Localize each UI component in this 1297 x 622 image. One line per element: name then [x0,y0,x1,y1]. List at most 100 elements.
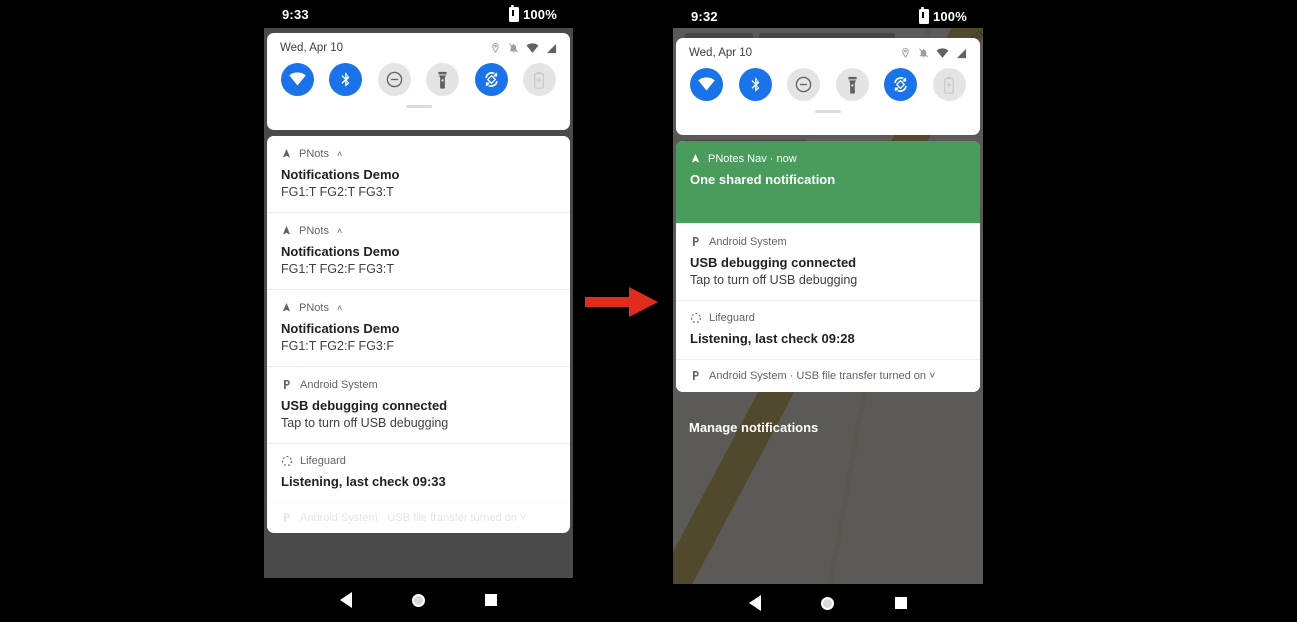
status-bar-right: 100% [918,7,967,24]
notification-item[interactable]: Android System USB debugging connected T… [267,366,570,443]
recents-button[interactable] [894,597,907,609]
notification-item[interactable]: Lifeguard Listening, last check 09:33 [267,443,570,502]
notification-app-name: PNotes Nav · now [708,152,797,165]
notification-app-name: PNots [299,301,329,314]
chevron-up-icon[interactable]: ˄ [337,303,342,313]
notification-text: FG1:T FG2:F FG3:F [281,339,394,353]
notification-header: Android System [281,378,556,391]
notifications-off-icon [919,48,928,58]
notification-item-shared[interactable]: PNotes Nav · now One shared notification [676,141,980,223]
notification-app-name: PNots [299,224,329,237]
notification-header: Lifeguard [281,455,556,467]
notification-header: PNotes Nav · now [690,152,966,165]
right-arrow-icon [585,287,658,317]
notification-app-name: PNots [299,147,329,160]
notification-app-name: Android System [300,378,378,391]
notification-app-name: Android System · USB file transfer turne… [300,511,527,524]
notification-title: USB debugging connected [690,255,857,270]
notification-item[interactable]: PNots ˄ Notifications Demo FG1:T FG2:F F… [267,289,570,366]
navigation-arrow-icon [282,225,291,235]
auto-rotate-tile[interactable] [884,68,918,101]
home-button[interactable] [412,593,425,607]
phone-screen-before: 9:33 100% Wed, Apr 10 PNots ˄ Notificati… [264,0,573,578]
android-system-icon [693,237,699,246]
status-bar-battery-percent: 100% [522,6,557,22]
notification-header: Android System · USB file transfer turne… [281,511,556,524]
flashlight-tile[interactable] [426,63,460,96]
notification-app-name: Android System · USB file transfer turne… [709,369,936,382]
chevron-up-icon[interactable]: ˄ [337,149,342,159]
signal-icon [546,43,557,53]
notification-header: Android System · USB file transfer turne… [690,369,966,382]
wifi-tile[interactable] [281,63,314,96]
quick-settings-tiles [676,59,980,101]
notification-list: PNotes Nav · now One shared notification… [676,141,980,392]
lifeguard-icon [281,455,293,467]
navigation-arrow-icon [282,148,291,158]
battery-full-icon [918,7,929,24]
notification-item[interactable]: PNots ˄ Notifications Demo FG1:T FG2:F F… [267,212,570,289]
do-not-disturb-tile[interactable] [787,68,821,101]
notification-title: Notifications Demo [281,244,400,259]
quick-settings-tiles [267,54,570,96]
status-bar-time: 9:33 [282,6,309,22]
notification-header: Android System [690,235,966,248]
wifi-icon [936,47,949,58]
notification-app-name: Lifeguard [709,312,755,324]
notification-title: Notifications Demo [281,321,400,336]
status-bar-battery-percent: 100% [932,9,967,24]
quick-settings-status-icons [900,47,967,59]
battery-saver-tile[interactable] [932,68,966,101]
wifi-tile[interactable] [690,68,723,101]
manage-notifications-button[interactable]: Manage notifications [676,415,831,440]
wifi-icon [526,42,539,53]
status-bar-right: 100% [508,4,557,22]
phone-screenshot-before: 9:33 100% Wed, Apr 10 PNots ˄ Notificati… [264,0,573,622]
quick-settings-panel: Wed, Apr 10 [267,33,570,130]
quick-settings-drag-handle[interactable] [815,110,841,113]
quick-settings-date: Wed, Apr 10 [689,47,753,59]
navigation-bar [673,584,983,622]
notification-text: FG1:T FG2:F FG3:T [281,262,394,276]
lifeguard-icon [690,312,702,324]
bluetooth-tile[interactable] [738,68,772,101]
phone-screenshot-after: 9:32 100% Landings Dr Charleston n St ng… [673,0,983,622]
android-system-icon [693,371,699,380]
notification-item[interactable]: Android System USB debugging connected T… [676,223,980,300]
back-button[interactable] [749,595,762,611]
notification-header: PNots ˄ [281,224,556,237]
notification-app-name: Android System [709,235,787,248]
status-bar: 9:33 100% [264,0,573,28]
quick-settings-status-icons [490,42,557,54]
home-button[interactable] [821,596,835,610]
notification-item-collapsed[interactable]: Android System · USB file transfer turne… [676,359,980,392]
notification-title: Listening, last check 09:28 [690,331,855,346]
notification-item[interactable]: PNots ˄ Notifications Demo FG1:T FG2:T F… [267,136,570,212]
battery-saver-tile[interactable] [522,63,556,96]
notification-header: PNots ˄ [281,301,556,314]
battery-full-icon [508,4,519,22]
navigation-arrow-icon [282,302,291,312]
chevron-up-icon[interactable]: ˄ [337,226,342,236]
notifications-off-icon [509,43,518,53]
do-not-disturb-tile[interactable] [377,63,411,96]
signal-icon [956,48,967,58]
notification-text: Tap to turn off USB debugging [281,416,449,430]
quick-settings-date: Wed, Apr 10 [280,42,344,54]
recents-button[interactable] [485,594,497,606]
notification-header: Lifeguard [690,312,966,324]
location-icon [902,47,909,58]
location-icon [492,42,499,53]
notification-text: FG1:T FG2:T FG3:T [281,185,394,199]
phone-screen-after: 9:32 100% Landings Dr Charleston n St ng… [673,0,983,584]
quick-settings-drag-handle[interactable] [405,105,432,108]
auto-rotate-tile[interactable] [474,63,508,96]
bluetooth-tile[interactable] [329,63,363,96]
quick-settings-panel: Wed, Apr 10 [676,38,980,135]
flashlight-tile[interactable] [835,68,869,101]
notification-text: Tap to turn off USB debugging [690,273,858,287]
notification-item-collapsed[interactable]: Android System · USB file transfer turne… [267,502,570,533]
notification-item[interactable]: Lifeguard Listening, last check 09:28 [676,300,980,359]
android-system-icon [284,380,290,389]
back-button[interactable] [340,592,352,608]
